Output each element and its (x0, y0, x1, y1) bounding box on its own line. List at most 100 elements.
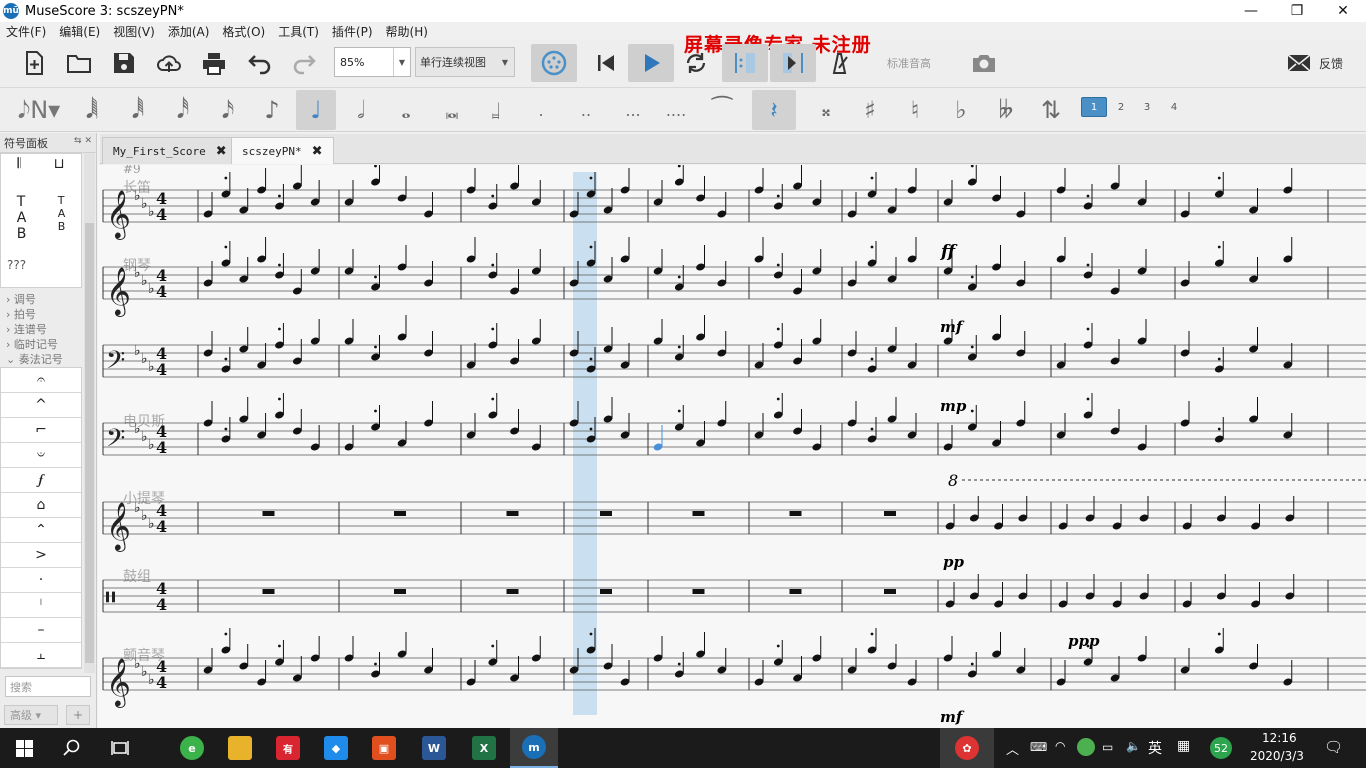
palette-section-articulations[interactable]: ⌄ 奏法记号 (6, 351, 63, 367)
network-icon[interactable]: ◠ (1055, 739, 1065, 753)
file-explorer-icon[interactable] (216, 728, 264, 768)
voice-4-button[interactable]: 4 (1161, 97, 1187, 117)
staccato-icon[interactable]: · (1, 568, 81, 593)
tray-expand-icon[interactable]: ︿ (1006, 739, 1019, 758)
marcato-icon[interactable]: ^ (1, 393, 81, 418)
palette-section-accidentals[interactable]: › 临时记号 (6, 336, 58, 352)
double-dot-icon[interactable]: .. (566, 90, 606, 130)
play-icon[interactable] (628, 44, 674, 82)
tenuto-icon[interactable]: – (1, 618, 81, 643)
save-icon[interactable] (108, 46, 140, 80)
fall-icon[interactable]: 𝆑 (1, 468, 81, 493)
heavy-marcato-icon[interactable]: ⌃ (1, 518, 81, 543)
note-whole-icon[interactable]: 𝅝 (386, 90, 426, 130)
musescore-taskbar-icon[interactable]: m (510, 728, 558, 768)
palette-close-icon[interactable]: ⇆ ✕ (74, 136, 92, 146)
close-icon[interactable]: ✖ (312, 144, 323, 159)
view-mode-select[interactable]: 单行连续视图 ▼ (415, 47, 515, 77)
close-icon[interactable]: ✖ (216, 144, 227, 159)
battery-icon[interactable]: ▭ (1102, 740, 1113, 754)
tray-app-icon[interactable]: ✿ (940, 728, 994, 768)
quadruple-dot-icon[interactable]: .... (656, 90, 696, 130)
flat-icon[interactable]: ♭ (941, 90, 981, 130)
portato-icon[interactable]: ⫠ (1, 643, 81, 668)
close-window-button[interactable]: ✕ (1320, 0, 1366, 22)
open-folder-icon[interactable] (63, 46, 95, 80)
bracket-barline-icon[interactable]: ⊔ (54, 156, 65, 172)
task-view-icon[interactable] (96, 728, 144, 768)
palette-section-brackets[interactable]: › 连谱号 (6, 321, 47, 337)
menu-format[interactable]: 格式(O) (222, 23, 265, 40)
menu-edit[interactable]: 编辑(E) (59, 23, 100, 40)
palette-section-time-signatures[interactable]: › 拍号 (6, 306, 36, 322)
tab-clef-icon[interactable]: TAB (17, 194, 27, 242)
menu-view[interactable]: 视图(V) (113, 23, 155, 40)
long-fermata-icon[interactable]: ⌐ (1, 418, 81, 443)
fermata-icon[interactable]: 𝄐 (1, 368, 81, 393)
advanced-palette-select[interactable]: 高级 ▾ (4, 705, 58, 725)
voice-3-button[interactable]: 3 (1134, 97, 1160, 117)
tab-my-first-score[interactable]: My_First_Score ✖ (102, 137, 238, 164)
dot-icon[interactable]: . (521, 90, 561, 130)
notification-badge[interactable]: 52 (1210, 737, 1232, 759)
small-tab-clef-icon[interactable]: TAB (58, 194, 66, 242)
midi-input-icon[interactable] (531, 44, 577, 82)
note-breve-icon[interactable]: 𝅜 (432, 90, 472, 130)
note-32nd-icon[interactable]: 𝅘𝅥𝅰 (163, 90, 203, 130)
note-quarter-icon[interactable]: ♩ (296, 90, 336, 130)
accent-icon[interactable]: > (1, 543, 81, 568)
score-canvas[interactable]: #9 长笛 钢琴 电贝斯 小提琴 鼓组 颤音琴 ff mf mp 8 pp pp… (98, 165, 1366, 728)
voice-2-button[interactable]: 2 (1108, 97, 1134, 117)
note-1024th-icon[interactable]: 𝅘𝅥𝅲 (72, 90, 112, 130)
note-input-mode-icon[interactable]: 𝅘𝅥𝅮N▾ (14, 90, 64, 130)
search-icon[interactable] (48, 728, 96, 768)
browser-360-icon[interactable]: e (168, 728, 216, 768)
loop-in-icon[interactable] (722, 44, 768, 82)
menu-add[interactable]: 添加(A) (168, 23, 210, 40)
add-palette-button[interactable]: + (66, 705, 90, 725)
metronome-icon[interactable] (823, 46, 855, 80)
volume-icon[interactable]: 🔈 (1126, 739, 1141, 753)
word-icon[interactable]: W (410, 728, 458, 768)
note-half-icon[interactable]: 𝅗𝅥 (341, 90, 381, 130)
camera-icon[interactable] (968, 46, 1000, 80)
palette-section-key-signatures[interactable]: › 调号 (6, 291, 36, 307)
undo-icon[interactable] (243, 46, 275, 80)
note-eighth-icon[interactable]: ♪ (252, 90, 292, 130)
natural-icon[interactable]: ♮ (895, 90, 935, 130)
double-sharp-icon[interactable]: 𝄪 (806, 90, 846, 130)
scrollbar-thumb[interactable] (85, 223, 94, 663)
qq-icon[interactable]: ◆ (312, 728, 360, 768)
redo-icon[interactable] (289, 46, 321, 80)
rest-icon[interactable]: 𝄽 (752, 90, 796, 130)
maximize-button[interactable]: ❐ (1274, 0, 1320, 22)
bold-barline-icon[interactable]: 𝄃 (17, 156, 20, 172)
menu-help[interactable]: 帮助(H) (386, 23, 428, 40)
staccatissimo-icon[interactable]: ᛌ (1, 593, 81, 618)
tray-keyboard-icon[interactable]: ⌨ (1030, 740, 1047, 754)
loop-out-icon[interactable] (770, 44, 816, 82)
note-16th-icon[interactable]: 𝅘𝅥𝅯 (208, 90, 248, 130)
triple-dot-icon[interactable]: ... (613, 90, 653, 130)
flip-direction-icon[interactable]: ⇅ (1031, 90, 1071, 130)
note-64th-icon[interactable]: 𝅘𝅥𝅱 (118, 90, 158, 130)
minimize-button[interactable]: — (1228, 0, 1274, 22)
input-method-indicator[interactable]: 英 (1148, 738, 1162, 758)
zoom-dropdown-icon[interactable]: ▼ (393, 48, 410, 76)
excel-icon[interactable]: X (460, 728, 508, 768)
youdao-dict-icon[interactable]: 有 (264, 728, 312, 768)
menu-file[interactable]: 文件(F) (6, 23, 46, 40)
palette-scrollbar[interactable] (84, 153, 95, 673)
envelope-icon[interactable] (1283, 46, 1315, 80)
clock-time[interactable]: 12:16 (1262, 731, 1297, 745)
short-fermata-icon[interactable]: 𝄑 (1, 443, 81, 468)
very-long-fermata-icon[interactable]: ⌂ (1, 493, 81, 518)
screen-recorder-icon[interactable]: ▣ (360, 728, 408, 768)
windows-start-icon[interactable] (0, 728, 48, 768)
concert-pitch-toggle[interactable]: 标准音高 (887, 55, 931, 71)
tab-scszeypn[interactable]: scszeyPN* ✖ (231, 137, 334, 164)
menu-plugins[interactable]: 插件(P) (332, 23, 373, 40)
loop-icon[interactable] (680, 46, 712, 80)
sharp-icon[interactable]: ♯ (850, 90, 890, 130)
ime-grid-icon[interactable]: ▦ (1177, 738, 1190, 754)
